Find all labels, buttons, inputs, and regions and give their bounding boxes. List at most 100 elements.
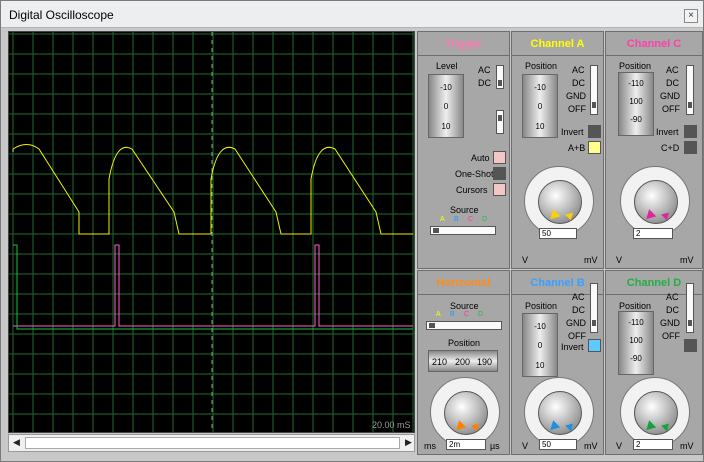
channel-c-position-drum[interactable]: -110 100 -90 xyxy=(618,72,654,136)
c-v-unit: V xyxy=(616,255,623,265)
trigger-panel: Trigger Level -10 0 10 AC DC Auto One-Shot… xyxy=(417,31,510,269)
channel-b-volts-knob[interactable] xyxy=(524,377,594,447)
d-off-label: OFF xyxy=(662,331,680,341)
cursors-label: Cursors xyxy=(456,185,488,195)
channel-c-panel: Channel C Position -110 100 -90 AC DC GND … xyxy=(605,31,703,269)
trigger-src-d[interactable]: D xyxy=(482,216,487,223)
c-ac-label: AC xyxy=(666,65,679,75)
trigger-src-c[interactable]: C xyxy=(468,216,473,223)
scroll-thumb[interactable] xyxy=(25,437,400,449)
trigger-src-b[interactable]: B xyxy=(454,216,459,223)
cursors-button[interactable] xyxy=(493,183,506,196)
channel-c-invert-button[interactable] xyxy=(684,125,697,138)
a-ac-label: AC xyxy=(572,65,585,75)
a-combine-label: A+B xyxy=(568,143,586,153)
channel-a-volts-field[interactable]: 50 xyxy=(539,228,577,239)
oneshot-label: One-Shot xyxy=(455,169,494,179)
horizontal-time-knob[interactable] xyxy=(430,377,500,447)
channel-c-position-label: Position xyxy=(619,61,652,71)
channel-b-panel: Channel B Position -10 0 10 AC DC GND OFF … xyxy=(511,270,604,455)
horizontal-position-drum[interactable]: 210 200 190 xyxy=(428,350,498,372)
trigger-coupling-switch[interactable] xyxy=(496,65,504,89)
a-invert-label: Invert xyxy=(561,127,584,137)
channel-d-position-label: Position xyxy=(619,301,652,311)
h-ms-unit: ms xyxy=(424,441,436,451)
channel-a-coupling-switch[interactable] xyxy=(590,65,598,115)
channel-c-combine-button[interactable] xyxy=(684,141,697,154)
auto-label: Auto xyxy=(471,153,490,163)
channel-c-coupling-switch[interactable] xyxy=(686,65,694,115)
channel-b-volts-field[interactable]: 50 xyxy=(539,439,577,450)
channel-a-volts-knob[interactable] xyxy=(524,166,594,236)
channel-d-volts-field[interactable]: 2 xyxy=(633,439,673,450)
channel-d-button[interactable] xyxy=(684,339,697,352)
c-combine-label: C+D xyxy=(661,143,680,153)
scroll-right-icon[interactable]: ▶ xyxy=(405,437,412,448)
title-bar: Digital Oscilloscope × xyxy=(1,1,703,28)
b-ac-label: AC xyxy=(572,292,585,302)
channel-c-volts-field[interactable]: 2 xyxy=(633,228,673,239)
h-src-b[interactable]: B xyxy=(450,311,455,318)
trigger-ac-label: AC xyxy=(478,65,491,75)
h-src-d[interactable]: D xyxy=(478,311,483,318)
h-us-unit: µs xyxy=(490,441,500,451)
trigger-source-slider[interactable] xyxy=(430,226,496,235)
timebase-label: 20.00 mS xyxy=(372,420,411,430)
channel-c-title: Channel C xyxy=(606,32,702,56)
c-mv-unit: mV xyxy=(680,255,694,265)
trigger-edge-switch[interactable] xyxy=(496,110,504,134)
trigger-level-drum[interactable]: -10 0 10 xyxy=(428,74,464,138)
channel-a-panel: Channel A Position -10 0 10 AC DC GND OFF … xyxy=(511,31,604,269)
b-dc-label: DC xyxy=(572,305,585,315)
channel-d-position-drum[interactable]: -110 100 -90 xyxy=(618,311,654,375)
trigger-level-label: Level xyxy=(436,61,458,71)
trigger-src-a[interactable]: A xyxy=(440,216,445,223)
trigger-dc-label: DC xyxy=(478,78,491,88)
channel-d-volts-knob[interactable] xyxy=(620,377,690,447)
horizontal-scrollbar[interactable]: ◀ ▶ xyxy=(8,434,415,452)
channel-a-title: Channel A xyxy=(512,32,603,56)
horizontal-source-label: Source xyxy=(450,301,479,311)
trigger-source-label: Source xyxy=(450,205,479,215)
horizontal-position-label: Position xyxy=(448,338,481,348)
d-dc-label: DC xyxy=(666,305,679,315)
b-mv-unit: mV xyxy=(584,441,598,451)
b-gnd-label: GND xyxy=(566,318,586,328)
window-title: Digital Oscilloscope xyxy=(9,8,114,22)
oneshot-button[interactable] xyxy=(493,167,506,180)
d-v-unit: V xyxy=(616,441,623,451)
c-gnd-label: GND xyxy=(660,91,680,101)
b-invert-label: Invert xyxy=(561,342,584,352)
d-gnd-label: GND xyxy=(660,318,680,328)
h-src-c[interactable]: C xyxy=(464,311,469,318)
channel-b-position-label: Position xyxy=(525,301,558,311)
b-off-label: OFF xyxy=(568,331,586,341)
a-v-unit: V xyxy=(522,255,529,265)
oscilloscope-window: Digital Oscilloscope × 20.00 mS ◀ ▶ Trig… xyxy=(0,0,704,462)
channel-b-invert-button[interactable] xyxy=(588,339,601,352)
a-off-label: OFF xyxy=(568,104,586,114)
close-button[interactable]: × xyxy=(684,9,698,23)
b-v-unit: V xyxy=(522,441,529,451)
a-gnd-label: GND xyxy=(566,91,586,101)
horizontal-source-slider[interactable] xyxy=(426,321,502,330)
scroll-left-icon[interactable]: ◀ xyxy=(13,437,20,448)
scope-display: 20.00 mS xyxy=(8,31,415,435)
channel-a-combine-button[interactable] xyxy=(588,141,601,154)
trigger-title: Trigger xyxy=(418,32,509,56)
h-src-a[interactable]: A xyxy=(436,311,441,318)
channel-b-position-drum[interactable]: -10 0 10 xyxy=(522,313,558,377)
horizontal-title: Horizontal xyxy=(418,271,509,295)
c-dc-label: DC xyxy=(666,78,679,88)
d-ac-label: AC xyxy=(666,292,679,302)
channel-a-invert-button[interactable] xyxy=(588,125,601,138)
channel-c-volts-knob[interactable] xyxy=(620,166,690,236)
horizontal-time-field[interactable]: 2m xyxy=(446,439,486,450)
channel-b-coupling-switch[interactable] xyxy=(590,283,598,333)
channel-d-panel: Channel D Position -110 100 -90 AC DC GND … xyxy=(605,270,703,455)
channel-a-position-drum[interactable]: -10 0 10 xyxy=(522,74,558,138)
scope-screen: 20.00 mS xyxy=(9,32,414,435)
auto-button[interactable] xyxy=(493,151,506,164)
channel-d-coupling-switch[interactable] xyxy=(686,283,694,333)
horizontal-panel: Horizontal Source A B C D Position 210 2… xyxy=(417,270,510,455)
